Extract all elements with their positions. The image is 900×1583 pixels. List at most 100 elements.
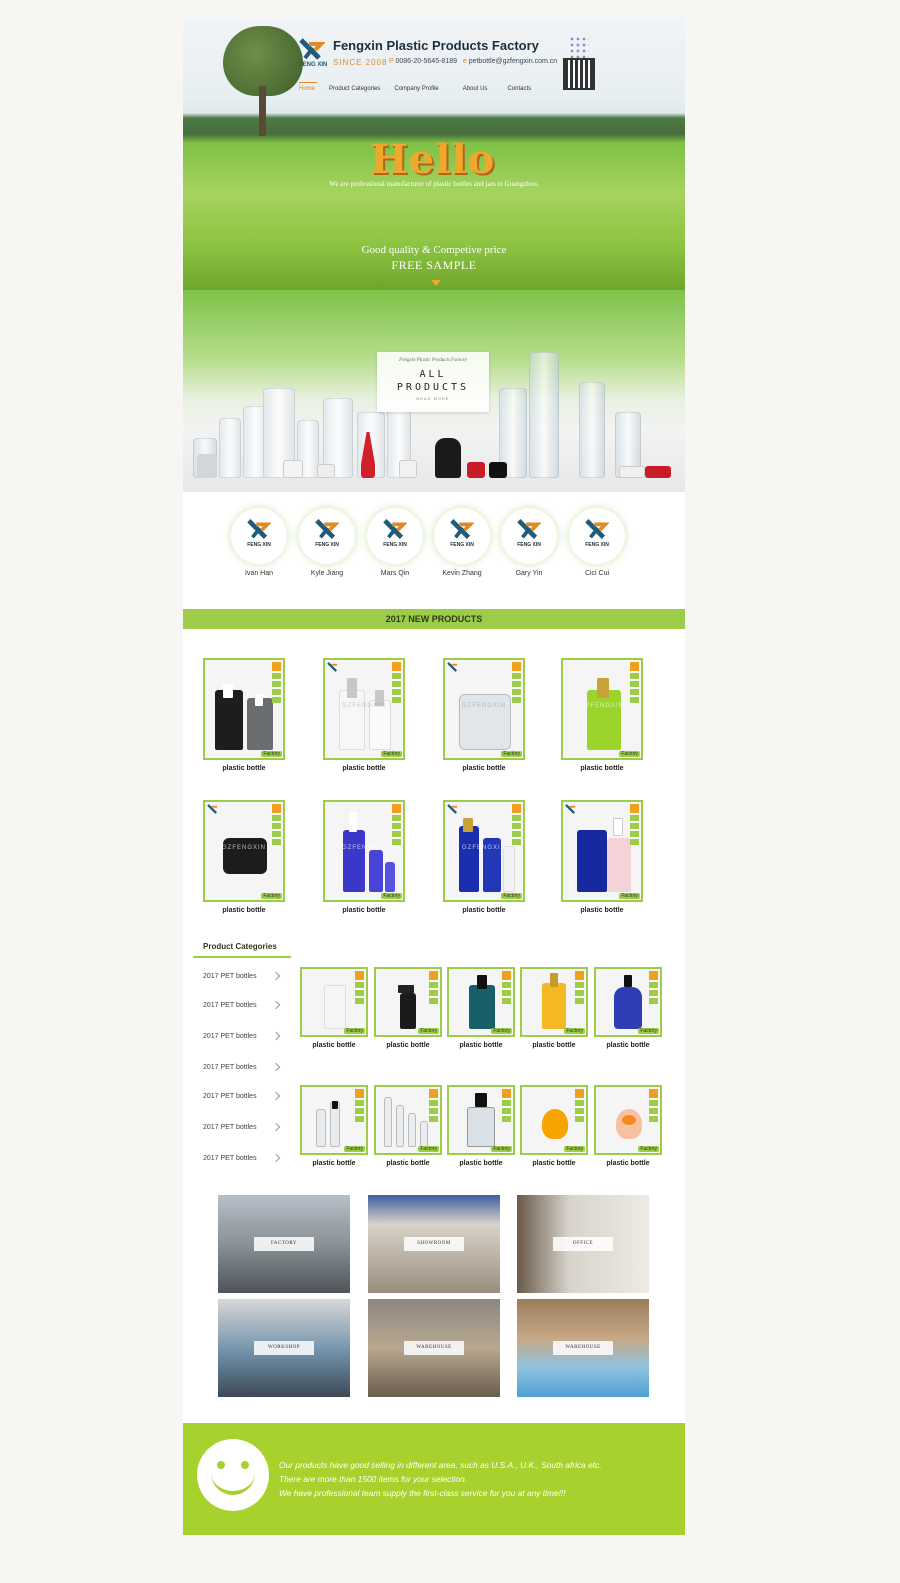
- gallery-warehouse-2[interactable]: WAREHOUSE: [517, 1299, 649, 1397]
- product-image[interactable]: Factory: [300, 967, 368, 1037]
- product-label[interactable]: plastic bottle: [447, 1042, 515, 1049]
- product-image[interactable]: Factory: [561, 800, 643, 902]
- category-product-card[interactable]: Factory plastic bottle: [300, 1085, 368, 1167]
- chevron-right-icon[interactable]: [271, 1031, 281, 1041]
- categories-title: Product Categories: [203, 942, 277, 951]
- gallery-office[interactable]: OFFICE: [517, 1195, 649, 1293]
- product-card[interactable]: GZFENGXIN Factory plastic bottle: [443, 800, 525, 914]
- product-label[interactable]: plastic bottle: [300, 1042, 368, 1049]
- scroll-down-icon[interactable]: [431, 280, 441, 286]
- nav-product-categories[interactable]: Product Categories: [329, 86, 380, 98]
- category-product-card[interactable]: Factory plastic bottle: [374, 967, 442, 1049]
- team-member[interactable]: FENG XIN Cici Cui: [569, 508, 625, 577]
- product-image[interactable]: Factory: [374, 967, 442, 1037]
- product-label[interactable]: plastic bottle: [561, 765, 643, 772]
- free-sample-link[interactable]: FREE SAMPLE: [183, 258, 685, 273]
- category-item[interactable]: 2017 PET bottles: [203, 1002, 257, 1009]
- nav-contacts[interactable]: Contacts: [507, 86, 531, 98]
- category-item[interactable]: 2017 PET bottles: [203, 1155, 257, 1162]
- team-member[interactable]: FENG XIN Ivan Han: [231, 508, 287, 577]
- factory-badge: Factory: [638, 1028, 659, 1034]
- product-image[interactable]: Factory: [520, 967, 588, 1037]
- chevron-right-icon[interactable]: [271, 1000, 281, 1010]
- product-label[interactable]: plastic bottle: [594, 1042, 662, 1049]
- product-card[interactable]: GZFENGXIN Factory plastic bottle: [323, 658, 405, 772]
- product-image[interactable]: GZFENGXIN Factory: [323, 800, 405, 902]
- product-label[interactable]: plastic bottle: [443, 765, 525, 772]
- factory-badge: Factory: [418, 1146, 439, 1152]
- logo[interactable]: FENG XIN: [299, 38, 327, 72]
- category-product-card[interactable]: Factory plastic bottle: [300, 967, 368, 1049]
- product-label[interactable]: plastic bottle: [561, 907, 643, 914]
- chevron-right-icon[interactable]: [271, 1091, 281, 1101]
- gallery-showroom[interactable]: SHOWROOM: [368, 1195, 500, 1293]
- email-address[interactable]: petbottle@gzfengxin.com.cn: [469, 58, 557, 65]
- product-card[interactable]: Factory plastic bottle: [561, 800, 643, 914]
- category-item[interactable]: 2017 PET bottles: [203, 973, 257, 980]
- avatar-logo-text: FENG XIN: [450, 542, 474, 548]
- category-item[interactable]: 2017 PET bottles: [203, 1064, 257, 1071]
- product-label[interactable]: plastic bottle: [323, 907, 405, 914]
- product-label[interactable]: plastic bottle: [203, 765, 285, 772]
- all-products-banner[interactable]: Fengxin Plastic Products Factory ALL PRO…: [183, 290, 685, 492]
- product-image[interactable]: Factory: [520, 1085, 588, 1155]
- product-image[interactable]: Factory: [447, 1085, 515, 1155]
- category-product-card[interactable]: Factory plastic bottle: [447, 1085, 515, 1167]
- team-member[interactable]: FENG XIN Gary Yin: [501, 508, 557, 577]
- gallery-warehouse[interactable]: WAREHOUSE: [368, 1299, 500, 1397]
- product-label[interactable]: plastic bottle: [374, 1042, 442, 1049]
- category-item[interactable]: 2017 PET bottles: [203, 1033, 257, 1040]
- nav-about-us[interactable]: About Us: [463, 86, 488, 98]
- product-label[interactable]: plastic bottle: [323, 765, 405, 772]
- team-member[interactable]: FENG XIN Kevin Zhang: [434, 508, 490, 577]
- product-label[interactable]: plastic bottle: [447, 1160, 515, 1167]
- read-more-link[interactable]: READ MORE: [377, 396, 489, 401]
- category-product-card[interactable]: Factory plastic bottle: [520, 967, 588, 1049]
- product-image[interactable]: Factory: [447, 967, 515, 1037]
- product-image[interactable]: Factory: [374, 1085, 442, 1155]
- category-product-card[interactable]: Factory plastic bottle: [374, 1085, 442, 1167]
- nav-company-profile[interactable]: Company Profile: [394, 86, 438, 98]
- all-products-card[interactable]: Fengxin Plastic Products Factory ALL PRO…: [377, 352, 489, 412]
- chevron-right-icon[interactable]: [271, 1153, 281, 1163]
- product-card[interactable]: Factory plastic bottle: [203, 658, 285, 772]
- product-image[interactable]: Factory: [594, 967, 662, 1037]
- factory-badge: Factory: [501, 893, 522, 899]
- hero-title: Hello: [370, 136, 496, 183]
- product-image[interactable]: GZFENGXIN Factory: [203, 800, 285, 902]
- product-card[interactable]: GZFENGXIN Factory plastic bottle: [443, 658, 525, 772]
- nav-home[interactable]: Home: [299, 82, 318, 98]
- product-image[interactable]: GZFENGXIN Factory: [443, 658, 525, 760]
- category-product-card[interactable]: Factory plastic bottle: [520, 1085, 588, 1167]
- product-image[interactable]: Factory: [203, 658, 285, 760]
- chevron-right-icon[interactable]: [271, 971, 281, 981]
- team-member[interactable]: FENG XIN Kyle Jiang: [299, 508, 355, 577]
- product-image[interactable]: GZFENGXIN Factory: [443, 800, 525, 902]
- product-label[interactable]: plastic bottle: [374, 1160, 442, 1167]
- category-item[interactable]: 2017 PET bottles: [203, 1124, 257, 1131]
- product-image[interactable]: Factory: [594, 1085, 662, 1155]
- product-label[interactable]: plastic bottle: [594, 1160, 662, 1167]
- gallery-factory[interactable]: FACTORY: [218, 1195, 350, 1293]
- product-image[interactable]: GZFENGXIN Factory: [561, 658, 643, 760]
- gallery-workshop[interactable]: WORKSHOP: [218, 1299, 350, 1397]
- chevron-right-icon[interactable]: [271, 1062, 281, 1072]
- product-label[interactable]: plastic bottle: [203, 907, 285, 914]
- chevron-right-icon[interactable]: [271, 1122, 281, 1132]
- product-label[interactable]: plastic bottle: [443, 907, 525, 914]
- category-product-card[interactable]: Factory plastic bottle: [447, 967, 515, 1049]
- category-product-card[interactable]: Factory plastic bottle: [594, 967, 662, 1049]
- product-image[interactable]: Factory: [300, 1085, 368, 1155]
- product-card[interactable]: GZFENGXIN Factory plastic bottle: [203, 800, 285, 914]
- product-label[interactable]: plastic bottle: [300, 1160, 368, 1167]
- product-card[interactable]: GZFENGXIN Factory plastic bottle: [323, 800, 405, 914]
- product-image[interactable]: GZFENGXIN Factory: [323, 658, 405, 760]
- factory-badge: Factory: [381, 893, 402, 899]
- product-card[interactable]: GZFENGXIN Factory plastic bottle: [561, 658, 643, 772]
- category-product-card[interactable]: Factory plastic bottle: [594, 1085, 662, 1167]
- team-member[interactable]: FENG XIN Mars Qin: [367, 508, 423, 577]
- category-item[interactable]: 2017 PET bottles: [203, 1093, 257, 1100]
- factory-badge: Factory: [564, 1146, 585, 1152]
- product-label[interactable]: plastic bottle: [520, 1160, 588, 1167]
- product-label[interactable]: plastic bottle: [520, 1042, 588, 1049]
